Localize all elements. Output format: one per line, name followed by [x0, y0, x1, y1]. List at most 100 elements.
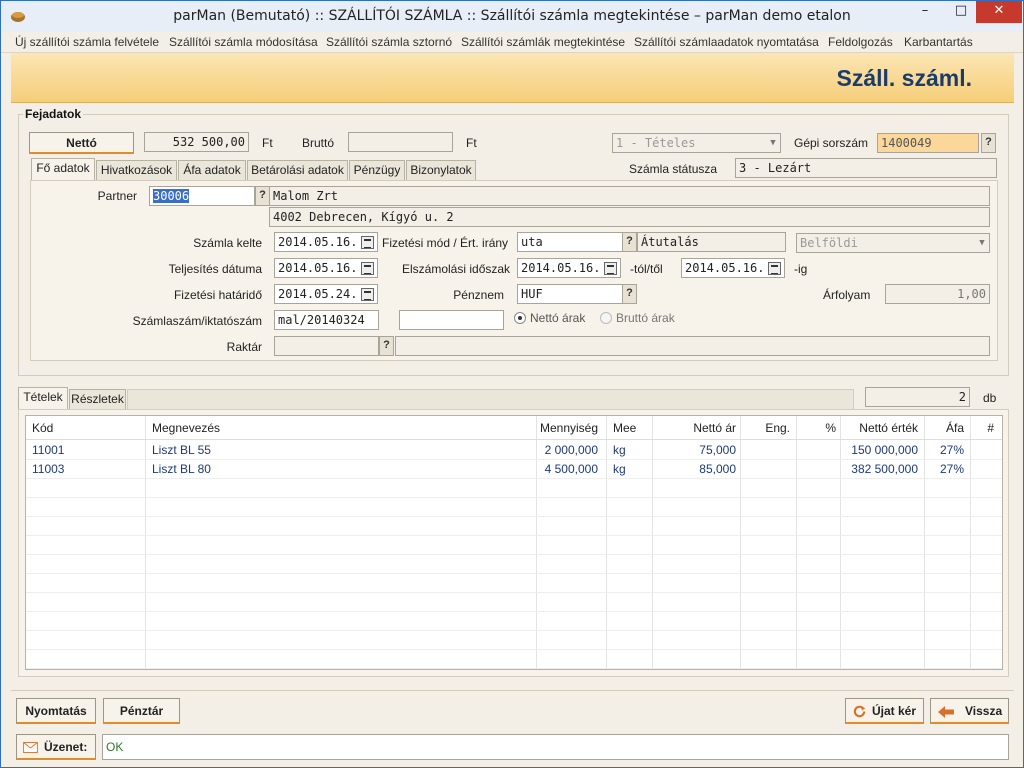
column-header-mee[interactable]: Mee: [613, 421, 636, 435]
tab-fo-adatok[interactable]: Fő adatok: [31, 158, 95, 181]
penznem-field[interactable]: HUF: [517, 284, 623, 304]
netto-arak-radio[interactable]: [514, 312, 526, 324]
ig-label: -ig: [794, 262, 808, 276]
tab-afa-adatok[interactable]: Áfa adatok: [178, 160, 246, 181]
menu-bar: Új szállítói számla felvétele Szállítói …: [1, 32, 1023, 53]
teljesites-date-field[interactable]: 2014.05.16.: [274, 258, 378, 278]
message-button[interactable]: Üzenet:: [16, 734, 96, 760]
items-table: Kód Megnevezés Mennyiség Mee Nettó ár En…: [25, 415, 1003, 670]
menu-item-storno-invoice[interactable]: Szállítói számla sztornó: [326, 35, 452, 49]
menu-item-print-invoice-data[interactable]: Szállítói számlaadatok nyomtatása: [634, 35, 819, 49]
row-divider: [26, 668, 1002, 669]
row-divider: [26, 478, 1002, 479]
netto-total-field: 532 500,00: [144, 132, 249, 152]
items-tab-strip: [127, 389, 854, 410]
status-label: Számla státusza: [629, 162, 718, 176]
calendar-icon[interactable]: [361, 262, 374, 275]
tab-reszletek[interactable]: Részletek: [69, 389, 126, 410]
column-header-eng[interactable]: Eng.: [765, 421, 790, 435]
arrow-left-icon: [938, 706, 954, 718]
menu-item-new-invoice[interactable]: Új szállítói számla felvétele: [15, 35, 159, 49]
kelte-label: Számla kelte: [193, 236, 262, 250]
gepi-sorszam-lookup-button[interactable]: ?: [981, 133, 996, 153]
fizmod-lookup-button[interactable]: ?: [622, 232, 637, 252]
invoice-type-select[interactable]: 1 - Tételes ▼: [612, 133, 781, 153]
table-cell: 75,000: [699, 443, 736, 457]
hatarido-date-field[interactable]: 2014.05.24.: [274, 284, 378, 304]
menu-item-maintenance[interactable]: Karbantartás: [904, 35, 973, 49]
calendar-icon[interactable]: [361, 288, 374, 301]
arfolyam-field: 1,00: [885, 284, 990, 304]
page-title: Száll. száml.: [836, 65, 972, 91]
table-cell: 150 000,000: [851, 443, 918, 457]
belfoldi-select[interactable]: Belföldi ▼: [796, 233, 990, 253]
table-row[interactable]: 11001 Liszt BL 55 2 000,000 kg 75,000 150 000…: [26, 440, 1002, 459]
fizmod-code-field[interactable]: uta: [517, 232, 623, 252]
brutto-currency-label: Ft: [466, 136, 477, 150]
back-label: Vissza: [965, 704, 1003, 718]
column-header-kod[interactable]: Kód: [32, 421, 53, 435]
menu-item-processing[interactable]: Feldolgozás: [828, 35, 893, 49]
app-window: parMan (Bemutató) :: SZÁLLÍTÓI SZÁMLA ::…: [0, 0, 1024, 768]
tab-hivatkozasok[interactable]: Hivatkozások: [96, 160, 177, 181]
calendar-icon[interactable]: [768, 262, 781, 275]
kelte-date-field[interactable]: 2014.05.16.: [274, 232, 378, 252]
title-bar: parMan (Bemutató) :: SZÁLLÍTÓI SZÁMLA ::…: [1, 1, 1023, 32]
table-row[interactable]: 11003 Liszt BL 80 4 500,000 kg 85,000 382 500…: [26, 459, 1002, 478]
column-header-mennyiseg[interactable]: Mennyiség: [540, 421, 598, 435]
brutto-arak-radio[interactable]: [600, 312, 612, 324]
tab-penzugy[interactable]: Pénzügy: [349, 160, 405, 181]
teljesites-date-value: 2014.05.16.: [278, 261, 358, 275]
column-header-hash[interactable]: #: [987, 421, 994, 435]
partner-code-value: 30006: [153, 189, 190, 203]
row-divider: [26, 592, 1002, 593]
row-divider: [26, 611, 1002, 612]
partner-address-field: 4002 Debrecen, Kígyó u. 2: [269, 207, 990, 227]
menu-item-modify-invoice[interactable]: Szállítói számla módosítása: [169, 35, 318, 49]
kelte-date-value: 2014.05.16.: [278, 235, 358, 249]
iktatoszam-field[interactable]: [399, 310, 504, 330]
column-header-afa[interactable]: Áfa: [946, 421, 964, 435]
raktar-code-field: [274, 336, 379, 356]
column-header-netto-ar[interactable]: Nettó ár: [693, 421, 736, 435]
teljesites-label: Teljesítés dátuma: [168, 262, 262, 276]
netto-button[interactable]: Nettó: [29, 132, 134, 154]
penznem-lookup-button[interactable]: ?: [622, 284, 637, 304]
minimize-button[interactable]: –: [911, 1, 939, 23]
szamlaszam-field[interactable]: mal/20140324: [274, 310, 379, 330]
elszamolasi-to-field[interactable]: 2014.05.16.: [681, 258, 785, 278]
invoice-type-value: 1 - Tételes: [616, 136, 696, 150]
window-title: parMan (Bemutató) :: SZÁLLÍTÓI SZÁMLA ::…: [173, 8, 851, 24]
column-header-megnevezes[interactable]: Megnevezés: [152, 421, 220, 435]
tol-label: -tól/től: [630, 262, 663, 276]
tab-tetelek[interactable]: Tételek: [18, 387, 68, 410]
new-request-button[interactable]: Újat kér: [845, 698, 924, 724]
status-field: 3 - Lezárt: [735, 158, 997, 178]
back-button[interactable]: Vissza: [930, 698, 1009, 724]
elszamolasi-from-field[interactable]: 2014.05.16.: [517, 258, 621, 278]
partner-code-field[interactable]: 30006: [149, 186, 255, 206]
tab-bizonylatok[interactable]: Bizonylatok: [406, 160, 476, 181]
message-label: Üzenet:: [44, 740, 88, 754]
column-header-percent[interactable]: %: [825, 421, 836, 435]
column-header-netto-ertek[interactable]: Nettó érték: [859, 421, 918, 435]
table-cell: 27%: [939, 443, 964, 457]
hatarido-label: Fizetési határidő: [173, 288, 262, 302]
partner-lookup-button[interactable]: ?: [255, 186, 270, 206]
page-banner: Száll. száml.: [11, 53, 1014, 103]
menu-item-view-invoices[interactable]: Szállítói számlák megtekintése: [461, 35, 625, 49]
chevron-down-icon: ▼: [770, 138, 776, 148]
maximize-button[interactable]: □: [947, 1, 975, 23]
table-cell: Liszt BL 80: [152, 462, 211, 476]
cashier-button[interactable]: Pénztár: [103, 698, 180, 724]
fizmod-name-field: Átutalás: [637, 232, 786, 252]
calendar-icon[interactable]: [604, 262, 617, 275]
close-button[interactable]: ✕: [976, 1, 1022, 23]
print-button[interactable]: Nyomtatás: [16, 698, 96, 724]
raktar-lookup-button[interactable]: ?: [379, 336, 394, 356]
calendar-icon[interactable]: [361, 236, 374, 249]
tab-betarolasi-adatok[interactable]: Betárolási adatok: [247, 160, 348, 181]
table-cell: 27%: [939, 462, 964, 476]
row-divider: [26, 516, 1002, 517]
hatarido-date-value: 2014.05.24.: [278, 287, 358, 301]
